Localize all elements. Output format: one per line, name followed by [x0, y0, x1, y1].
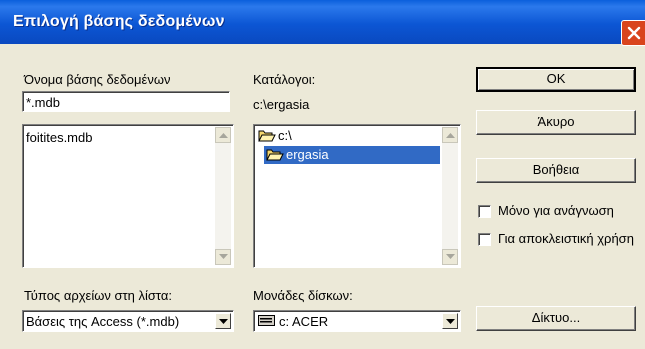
dialog-window: Επιλογή βάσης δεδομένων Όνομα βάσης δεδο… [0, 0, 645, 349]
file-type-label: Τύπος αρχείων στη λίστα: [24, 288, 172, 303]
window-title: Επιλογή βάσης δεδομένων [13, 13, 225, 30]
tree-item-label: ergasia [286, 147, 329, 162]
exclusive-label[interactable]: Για αποκλειστική χρήση [498, 231, 634, 246]
cancel-button[interactable]: Άκυρο [476, 110, 636, 135]
file-type-value: Βάσεις της Access (*.mdb) [26, 314, 180, 329]
file-list[interactable]: foitites.mdb [22, 124, 234, 268]
tree-item-ergasia[interactable]: ergasia [264, 146, 440, 164]
title-bar[interactable]: Επιλογή βάσης δεδομένων [0, 0, 645, 44]
close-button[interactable] [621, 20, 645, 46]
arrow-down-icon [446, 254, 455, 259]
scroll-down-button[interactable] [215, 249, 231, 265]
open-folder-icon [258, 130, 276, 142]
arrow-down-icon [219, 254, 228, 259]
file-type-select[interactable]: Βάσεις της Access (*.mdb) [22, 310, 234, 332]
help-button[interactable]: Βοήθεια [476, 158, 636, 183]
open-folder-icon [266, 149, 284, 161]
exclusive-checkbox[interactable] [478, 233, 491, 246]
tree-item-root[interactable]: c:\ [256, 127, 426, 145]
database-name-input[interactable]: *.mdb [22, 91, 230, 112]
read-only-checkbox[interactable] [478, 205, 491, 218]
chevron-down-icon [219, 319, 228, 324]
drive-select[interactable]: c: ACER [253, 310, 461, 332]
file-list-scrollbar[interactable] [215, 127, 231, 265]
read-only-label[interactable]: Μόνο για ανάγνωση [498, 203, 614, 218]
arrow-up-icon [219, 133, 228, 138]
drive-dropdown-button[interactable] [442, 313, 458, 329]
file-list-item[interactable]: foitites.mdb [26, 130, 92, 145]
close-icon [627, 26, 641, 40]
network-button[interactable]: Δίκτυο... [476, 306, 636, 331]
scroll-up-button[interactable] [442, 127, 458, 143]
drive-icon [258, 315, 275, 326]
current-path: c:\ergasia [253, 97, 310, 112]
chevron-down-icon [446, 319, 455, 324]
file-type-dropdown-button[interactable] [215, 313, 231, 329]
database-name-label: Όνομα βάσης δεδομένων [24, 72, 171, 87]
ok-button[interactable]: OK [476, 67, 636, 92]
scroll-up-button[interactable] [215, 127, 231, 143]
drive-value: c: ACER [279, 314, 329, 329]
drives-label: Μονάδες δίσκων: [253, 288, 353, 303]
tree-item-label: c:\ [278, 128, 292, 143]
arrow-up-icon [446, 133, 455, 138]
scroll-down-button[interactable] [442, 249, 458, 265]
database-name-value: *.mdb [26, 95, 60, 110]
directory-scrollbar[interactable] [442, 127, 458, 265]
directory-tree[interactable]: c:\ ergasia [253, 124, 461, 268]
directories-label: Κατάλογοι: [253, 72, 316, 87]
